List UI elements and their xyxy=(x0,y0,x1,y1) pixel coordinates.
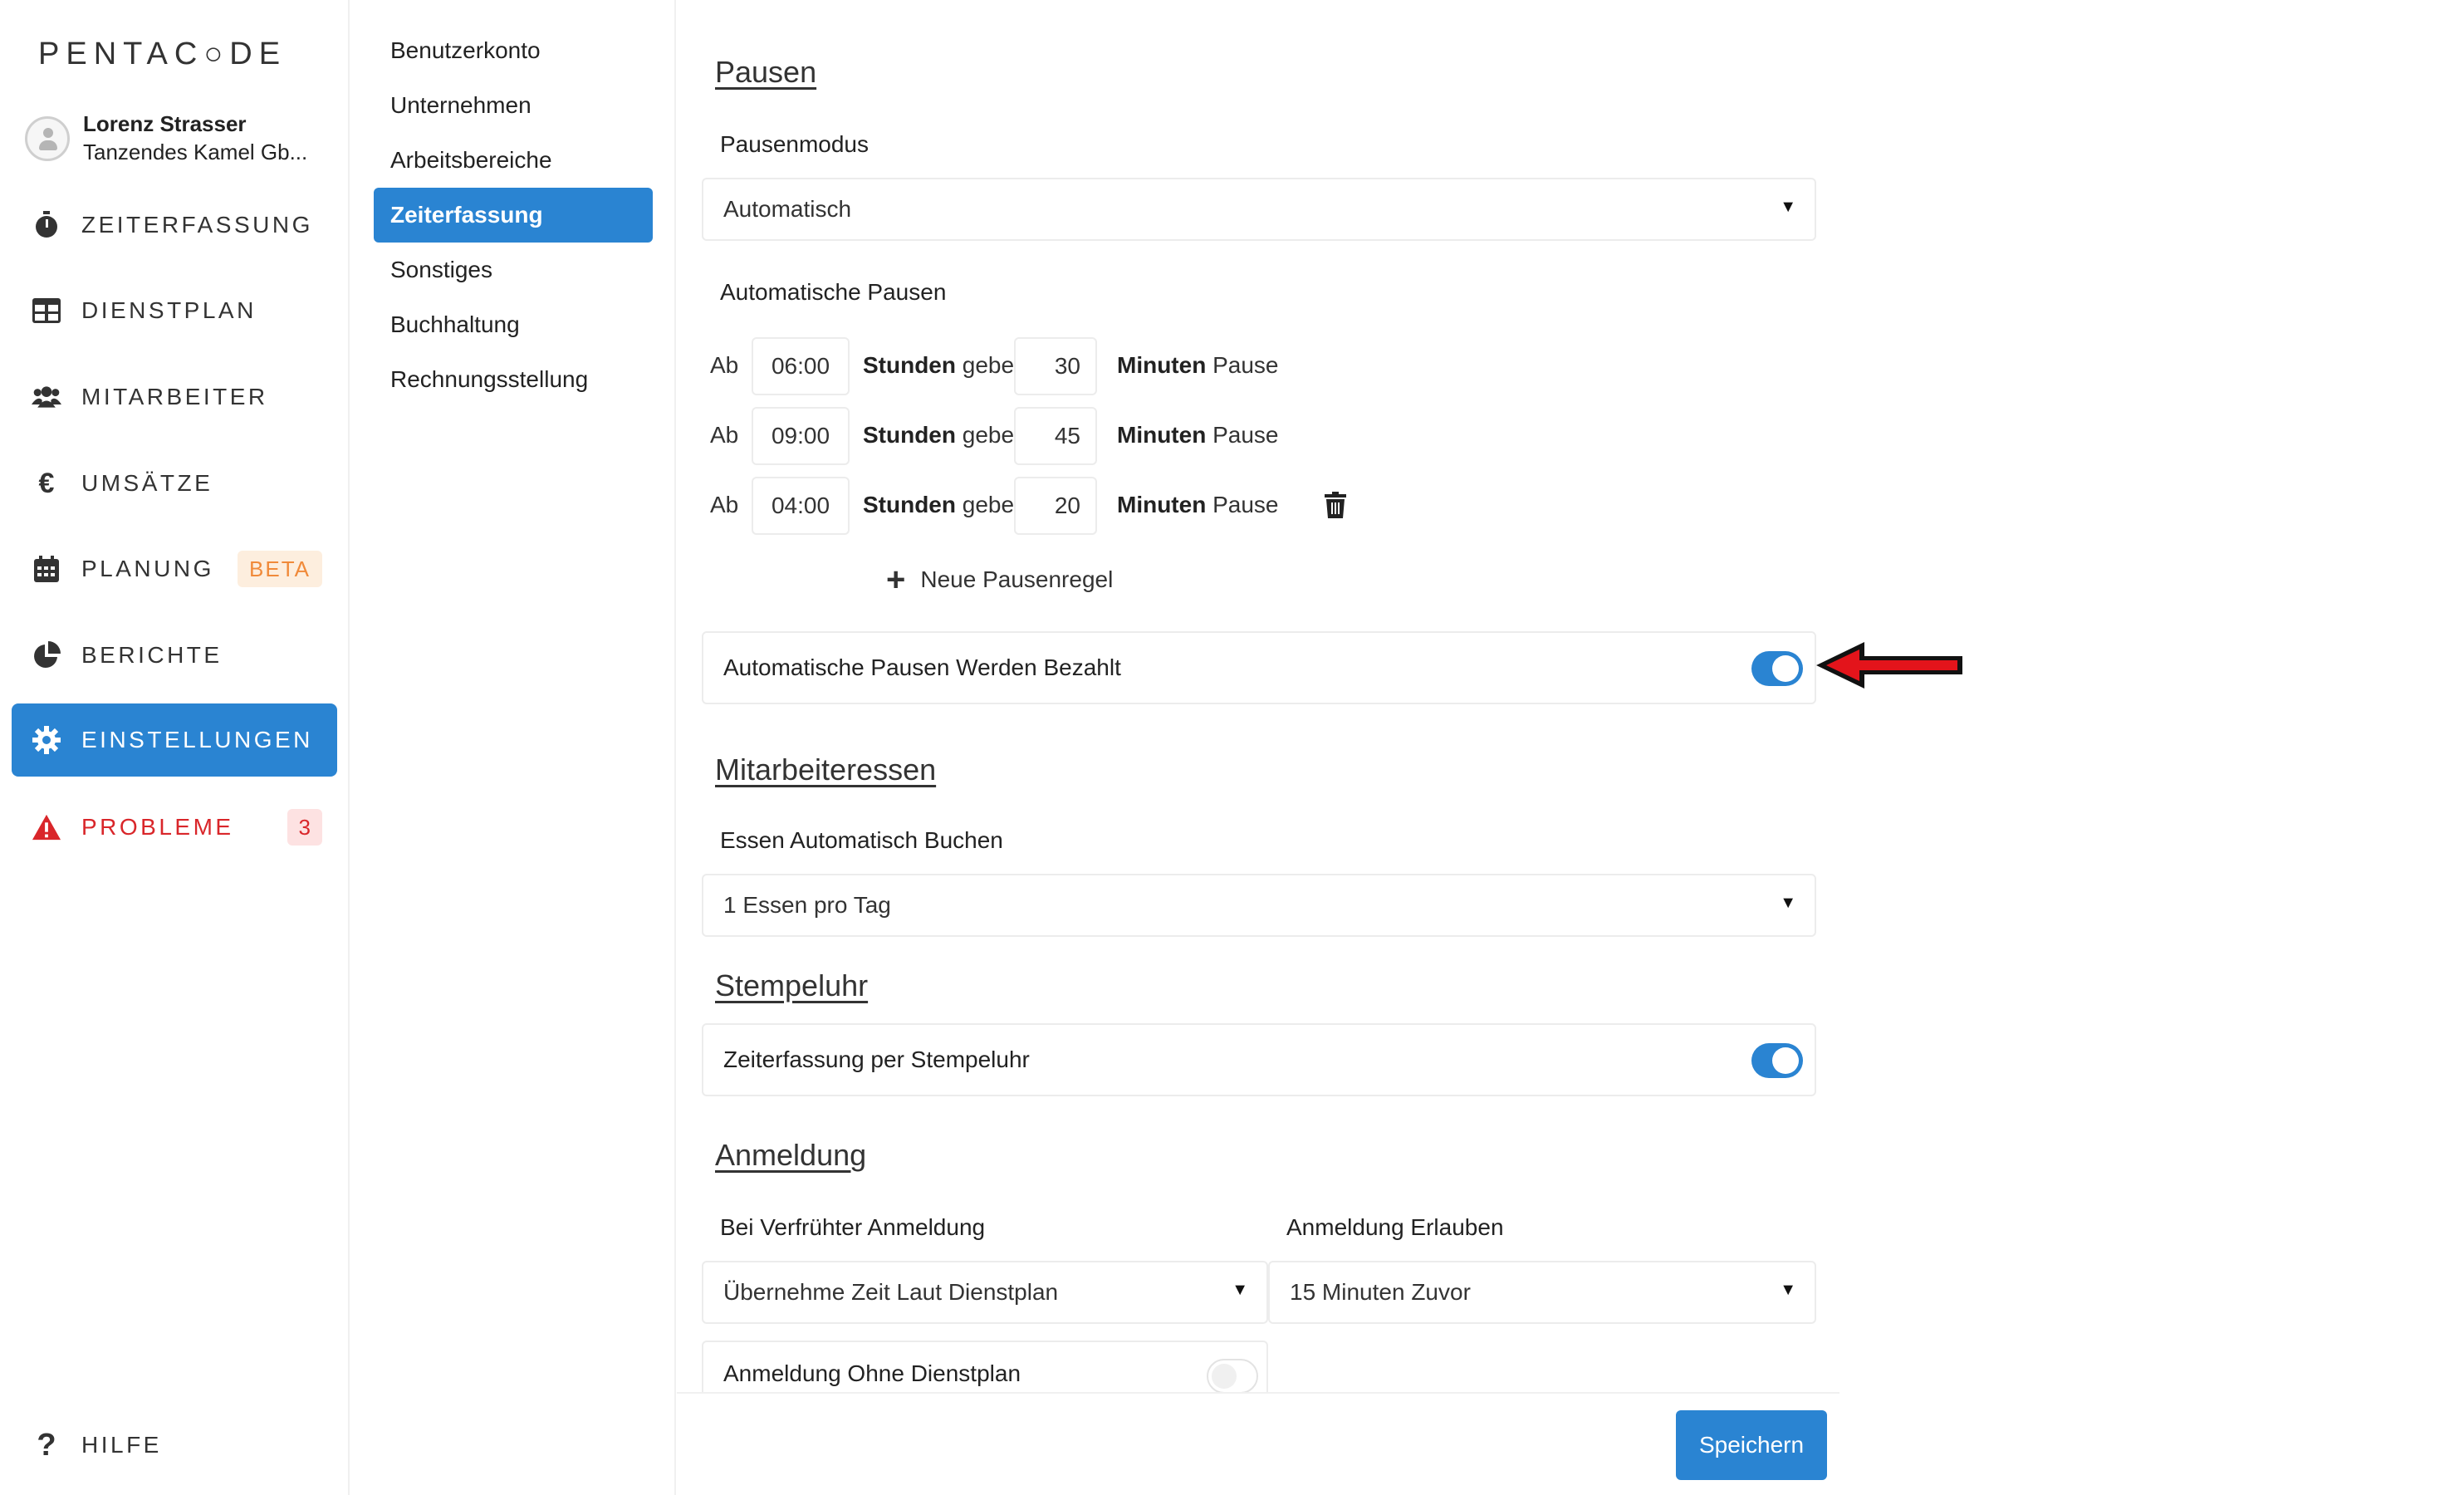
sidebar: PENTAC○DE Lorenz Strasser Tanzendes Kame… xyxy=(0,0,350,1495)
submenu-item-rechnungsstellung[interactable]: Rechnungsstellung xyxy=(374,352,653,407)
pause-rule-row: Ab 04:00 Stunden gebe 20 Minuten Pause xyxy=(710,477,1457,535)
rule-time-input[interactable]: 06:00 xyxy=(752,337,850,395)
login-without-plan-card: Anmeldung Ohne Dienstplan xyxy=(702,1341,1268,1392)
footer-divider xyxy=(677,1392,1839,1394)
rule-time-input[interactable]: 04:00 xyxy=(752,477,850,535)
beta-badge: BETA xyxy=(238,551,322,587)
sidebar-item-label: PROBLEME xyxy=(81,814,234,840)
submenu-item-zeiterfassung[interactable]: Zeiterfassung xyxy=(374,188,653,243)
sidebar-item-label: BERICHTE xyxy=(81,642,223,668)
early-login-label: Bei Verfrühter Anmeldung xyxy=(720,1214,986,1240)
rule-ab-text: Ab xyxy=(710,352,739,378)
sidebar-item-berichte[interactable]: BERICHTE xyxy=(12,619,337,692)
pausenmodus-label: Pausenmodus xyxy=(720,131,870,157)
rule-minutes-input[interactable]: 45 xyxy=(1014,407,1097,465)
save-button[interactable]: Speichern xyxy=(1676,1410,1827,1480)
caret-down-icon: ▼ xyxy=(1232,1281,1248,1299)
stopwatch-icon xyxy=(32,210,61,240)
rule-hours-text: Stunden gebe xyxy=(863,422,1015,448)
rule-ab-text: Ab xyxy=(710,492,739,517)
users-icon xyxy=(32,382,61,412)
sidebar-item-label: ZEITERFASSUNG xyxy=(81,212,313,238)
caret-down-icon: ▼ xyxy=(1780,1281,1796,1299)
warning-icon xyxy=(32,812,61,842)
rule-hours-text: Stunden gebe xyxy=(863,492,1015,517)
pausenmodus-select[interactable]: Automatisch ▼ xyxy=(702,178,1816,241)
sidebar-item-label: UMSÄTZE xyxy=(81,470,213,496)
stempeluhr-card: Zeiterfassung per Stempeluhr xyxy=(702,1023,1816,1096)
rule-minutes-text: Minuten Pause xyxy=(1117,422,1279,448)
euro-icon: € xyxy=(38,467,55,499)
section-title-stempeluhr: Stempeluhr xyxy=(715,968,869,1002)
sidebar-item-mitarbeiter[interactable]: MITARBEITER xyxy=(12,360,337,434)
submenu-item-buchhaltung[interactable]: Buchhaltung xyxy=(374,297,653,352)
rule-minutes-input[interactable]: 20 xyxy=(1014,477,1097,535)
sidebar-item-zeiterfassung[interactable]: ZEITERFASSUNG xyxy=(12,189,337,262)
table-icon xyxy=(32,296,61,326)
rule-minutes-input[interactable]: 30 xyxy=(1014,337,1097,395)
pie-chart-icon xyxy=(32,640,61,670)
sidebar-item-label: PLANUNG xyxy=(81,556,214,581)
sidebar-item-label: EINSTELLUNGEN xyxy=(81,727,313,752)
calendar-icon xyxy=(32,554,61,584)
main-content: Pausen Pausenmodus Automatisch ▼ Automat… xyxy=(677,0,2464,1495)
sidebar-item-einstellungen[interactable]: EINSTELLUNGEN xyxy=(12,703,337,777)
caret-down-icon: ▼ xyxy=(1780,894,1796,912)
essen-label: Essen Automatisch Buchen xyxy=(720,827,1003,853)
automatische-pausen-label: Automatische Pausen xyxy=(720,279,947,305)
plus-icon: + xyxy=(886,561,906,598)
pause-rule-row: Ab 06:00 Stunden gebe 30 Minuten Pause xyxy=(710,337,1457,395)
sidebar-item-hilfe[interactable]: ? HILFE xyxy=(12,1409,337,1482)
login-without-plan-label: Anmeldung Ohne Dienstplan xyxy=(723,1360,1021,1386)
annotation-arrow-icon xyxy=(1815,640,1964,691)
select-value: 15 Minuten Zuvor xyxy=(1290,1279,1471,1305)
trash-icon[interactable] xyxy=(1325,492,1346,522)
sidebar-item-probleme[interactable]: PROBLEME 3 xyxy=(12,791,337,864)
rule-ab-text: Ab xyxy=(710,422,739,448)
question-icon: ? xyxy=(37,1427,56,1463)
user-name: Lorenz Strasser xyxy=(83,111,247,136)
pentacode-logo[interactable]: PENTAC○DE xyxy=(38,37,287,72)
stempeluhr-label: Zeiterfassung per Stempeluhr xyxy=(723,1046,1030,1072)
select-value: Übernehme Zeit Laut Dienstplan xyxy=(723,1279,1059,1305)
settings-submenu: Benutzerkonto Unternehmen Arbeitsbereich… xyxy=(350,0,676,1495)
sidebar-item-umsaetze[interactable]: € UMSÄTZE xyxy=(12,447,337,520)
section-title-anmeldung: Anmeldung xyxy=(715,1138,867,1172)
stempeluhr-toggle[interactable] xyxy=(1751,1043,1803,1078)
pause-rule-row: Ab 09:00 Stunden gebe 45 Minuten Pause xyxy=(710,407,1457,465)
caret-down-icon: ▼ xyxy=(1780,198,1796,216)
sidebar-item-label: MITARBEITER xyxy=(81,384,268,409)
select-value: 1 Essen pro Tag xyxy=(723,892,891,918)
rule-time-input[interactable]: 09:00 xyxy=(752,407,850,465)
early-login-select[interactable]: Übernehme Zeit Laut Dienstplan ▼ xyxy=(702,1261,1268,1324)
sidebar-item-label: DIENSTPLAN xyxy=(81,297,257,323)
submenu-item-arbeitsbereiche[interactable]: Arbeitsbereiche xyxy=(374,133,653,188)
problem-count-badge: 3 xyxy=(287,809,322,846)
select-value: Automatisch xyxy=(723,196,852,222)
user-company: Tanzendes Kamel Gb... xyxy=(83,140,308,164)
allow-login-select[interactable]: 15 Minuten Zuvor ▼ xyxy=(1268,1261,1816,1324)
rule-hours-text: Stunden gebe xyxy=(863,352,1015,378)
submenu-item-benutzerkonto[interactable]: Benutzerkonto xyxy=(374,23,653,78)
section-title-mitarbeiteressen: Mitarbeiteressen xyxy=(715,752,937,787)
submenu-item-unternehmen[interactable]: Unternehmen xyxy=(374,78,653,133)
user-profile[interactable]: Lorenz Strasser Tanzendes Kamel Gb... xyxy=(25,111,340,169)
section-title-pausen: Pausen xyxy=(715,55,817,89)
add-pause-rule-button[interactable]: + Neue Pausenregel xyxy=(886,563,1113,596)
submenu-item-sonstiges[interactable]: Sonstiges xyxy=(374,243,653,297)
allow-login-label: Anmeldung Erlauben xyxy=(1286,1214,1504,1240)
gear-icon xyxy=(32,725,61,755)
add-pause-rule-label: Neue Pausenregel xyxy=(920,566,1114,592)
sidebar-item-planung[interactable]: PLANUNG BETA xyxy=(12,532,337,605)
rule-minutes-text: Minuten Pause xyxy=(1117,352,1279,378)
rule-minutes-text: Minuten Pause xyxy=(1117,492,1279,517)
login-without-plan-toggle[interactable] xyxy=(1207,1359,1258,1392)
paid-breaks-card: Automatische Pausen Werden Bezahlt xyxy=(702,631,1816,704)
paid-breaks-toggle[interactable] xyxy=(1751,651,1803,686)
paid-breaks-label: Automatische Pausen Werden Bezahlt xyxy=(723,654,1121,680)
sidebar-item-dienstplan[interactable]: DIENSTPLAN xyxy=(12,274,337,347)
avatar xyxy=(25,116,70,161)
essen-select[interactable]: 1 Essen pro Tag ▼ xyxy=(702,874,1816,937)
sidebar-item-label: HILFE xyxy=(81,1432,162,1458)
